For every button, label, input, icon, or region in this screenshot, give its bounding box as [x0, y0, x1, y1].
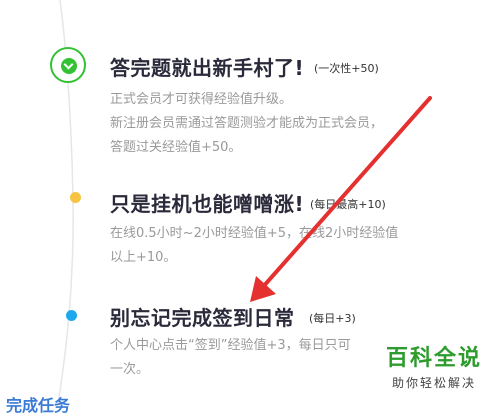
step-2-title: 只是挂机也能噌噌涨!: [110, 192, 305, 216]
bottom-link[interactable]: 完成任务: [6, 392, 70, 416]
step-2-badge: (每日最高+10): [310, 198, 386, 211]
step-1-description: 正式会员才可获得经验值升级。 新注册会员需通过答题测验才能成为正式会员， 答题过…: [110, 88, 383, 160]
step-3-dot-icon: [66, 310, 77, 321]
step-complete-check-icon: [50, 47, 86, 83]
step-3-desc-line: 一次。: [110, 362, 150, 377]
watermark-subtitle: 助你轻松解决: [391, 376, 476, 390]
step-1-desc-line: 答题过关经验值+50。: [110, 140, 242, 155]
step-3-description: 个人中心点击“签到”经验值+3，每日只可 一次。: [110, 334, 351, 382]
step-2-description: 在线0.5小时~2小时经验值+5，在线2小时经验值 以上+10。: [110, 222, 398, 270]
watermark-title: 百科全说: [385, 346, 482, 371]
step-3-desc-line: 个人中心点击“签到”经验值+3，每日只可: [110, 338, 351, 353]
step-1-desc-line: 正式会员才可获得经验值升级。: [110, 92, 293, 107]
step-3-badge: (每日+3): [309, 312, 356, 325]
step-2-desc-line: 在线0.5小时~2小时经验值+5，在线2小时经验值: [110, 226, 399, 241]
step-2-dot-icon: [70, 192, 81, 203]
step-1-title: 答完题就出新手村了!: [110, 56, 305, 80]
step-3-title: 别忘记完成签到日常: [110, 306, 295, 330]
step-1-desc-line: 新注册会员需通过答题测验才能成为正式会员，: [110, 116, 384, 131]
step-2-desc-line: 以上+10。: [110, 250, 177, 265]
watermark-logo: 百科全说 助你轻松解决: [385, 340, 482, 391]
step-1-badge: (一次性+50): [314, 62, 379, 75]
